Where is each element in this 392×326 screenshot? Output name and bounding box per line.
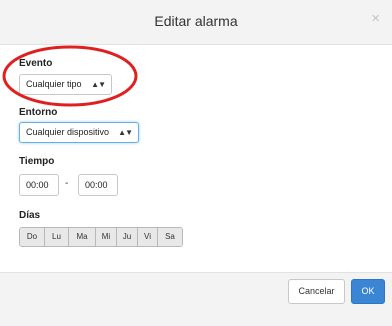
cancel-button[interactable]: Cancelar [288,279,345,304]
entorno-select[interactable]: Cualquier dispositivo ▲▼ [19,122,139,143]
evento-select-value: Cualquier tipo [26,79,82,89]
day-button-sa[interactable]: Sa [158,228,182,246]
dialog-title: Editar alarma [154,13,238,29]
day-button-ma[interactable]: Ma [69,228,96,246]
entorno-select-value: Cualquier dispositivo [26,127,110,137]
tiempo-start-input[interactable]: 00:00 [19,174,59,196]
tiempo-label: Tiempo [19,156,55,167]
dias-button-group: Do Lu Ma Mi Ju Vi Sa [19,227,183,247]
dias-label: Días [19,210,41,221]
chevron-updown-icon: ▲▼ [118,128,133,137]
entorno-label: Entorno [19,107,58,118]
evento-select[interactable]: Cualquier tipo ▲▼ [19,74,112,95]
day-button-do[interactable]: Do [20,228,45,246]
tiempo-separator: - [65,178,69,189]
day-button-mi[interactable]: Mi [96,228,117,246]
day-button-ju[interactable]: Ju [117,228,138,246]
tiempo-end-input[interactable]: 00:00 [78,174,118,196]
dialog-header: Editar alarma × [0,0,392,45]
evento-label: Evento [19,58,53,69]
day-button-lu[interactable]: Lu [45,228,69,246]
ok-button[interactable]: OK [351,279,385,304]
close-icon[interactable]: × [371,11,380,26]
chevron-updown-icon: ▲▼ [91,80,106,89]
day-button-vi[interactable]: Vi [138,228,158,246]
